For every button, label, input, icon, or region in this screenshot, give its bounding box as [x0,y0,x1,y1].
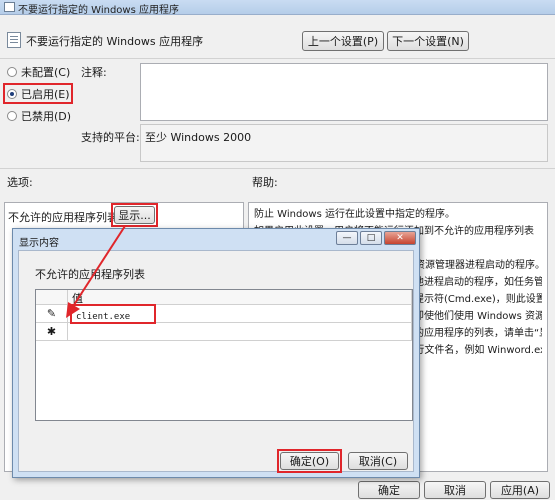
annotation-arrow [66,225,126,318]
